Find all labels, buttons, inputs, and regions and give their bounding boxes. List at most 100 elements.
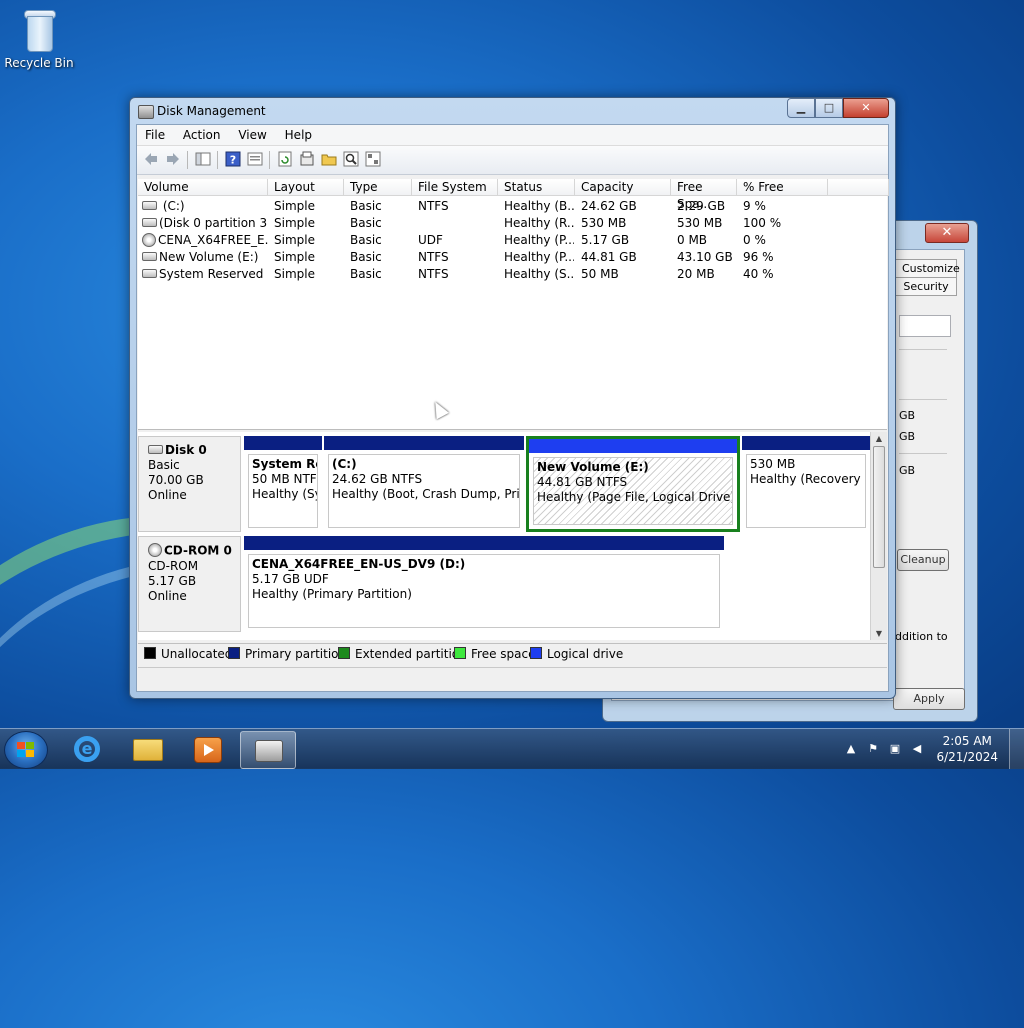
name-field[interactable] bbox=[899, 315, 951, 337]
column-header-percent-free[interactable]: % Free bbox=[737, 179, 828, 196]
legend-label: Logical drive bbox=[547, 647, 624, 661]
column-header-status[interactable]: Status bbox=[498, 179, 575, 196]
type-cell: Basic bbox=[350, 233, 382, 247]
partition-system-reserved[interactable]: System Res 50 MB NTFS Healthy (Sys bbox=[244, 436, 322, 532]
clock-time: 2:05 AM bbox=[942, 734, 992, 748]
disk-management-window: Disk Management ▁ □ ✕ File Action View H… bbox=[129, 97, 896, 699]
table-row[interactable]: CENA_X64FREE_E... Simple Basic UDF Healt… bbox=[138, 232, 887, 249]
cdrom-icon bbox=[148, 543, 162, 557]
table-row[interactable]: System Reserved Simple Basic NTFS Health… bbox=[138, 266, 887, 283]
volume-cell: CENA_X64FREE_E... bbox=[142, 232, 268, 249]
partition-recovery[interactable]: 530 MB Healthy (Recovery Pa bbox=[742, 436, 870, 532]
partition-cdrom-d[interactable]: CENA_X64FREE_EN-US_DV9 (D:) 5.17 GB UDF … bbox=[244, 536, 724, 632]
scroll-up-icon[interactable]: ▲ bbox=[871, 432, 887, 445]
status-cell: Healthy (P... bbox=[504, 250, 574, 264]
partition-new-volume-e[interactable]: New Volume (E:) 44.81 GB NTFS Healthy (P… bbox=[526, 436, 740, 532]
disk-size: 5.17 GB bbox=[148, 574, 197, 588]
media-player-icon bbox=[194, 737, 222, 763]
close-button[interactable]: ✕ bbox=[925, 223, 969, 243]
table-row[interactable]: (Disk 0 partition 3) Simple Basic Health… bbox=[138, 215, 887, 232]
close-button[interactable]: ✕ bbox=[843, 98, 889, 118]
show-hidden-icons-icon[interactable]: ▲ bbox=[844, 742, 858, 756]
column-header-free-space[interactable]: Free Spa... bbox=[671, 179, 737, 211]
capacity-cell: 50 MB bbox=[581, 267, 619, 281]
start-button[interactable] bbox=[4, 731, 48, 769]
media-player-taskbar-button[interactable] bbox=[180, 731, 234, 767]
volume-muted-icon[interactable]: ◀ bbox=[910, 742, 924, 756]
menu-action[interactable]: Action bbox=[177, 125, 227, 145]
clock[interactable]: 2:05 AM 6/21/2024 bbox=[936, 733, 998, 765]
scroll-thumb[interactable] bbox=[873, 446, 885, 568]
show-desktop-button[interactable] bbox=[1009, 729, 1024, 769]
volume-name: (Disk 0 partition 3) bbox=[159, 216, 268, 230]
caption-buttons: ▁ □ ✕ bbox=[787, 98, 889, 118]
back-arrow-icon[interactable] bbox=[143, 151, 159, 167]
tab-security[interactable]: Security bbox=[895, 277, 957, 296]
window-client: File Action View Help ? Volume Layout Ty… bbox=[136, 124, 889, 692]
volume-name: System Reserved bbox=[159, 267, 264, 281]
recycle-bin-icon bbox=[22, 8, 56, 52]
console-settings-icon[interactable] bbox=[365, 151, 381, 167]
table-row[interactable]: New Volume (E:) Simple Basic NTFS Health… bbox=[138, 249, 887, 266]
minimize-button[interactable]: ▁ bbox=[787, 98, 815, 118]
apply-button[interactable]: Apply bbox=[893, 688, 965, 710]
partition-status: Healthy (Primary Partition) bbox=[252, 587, 412, 601]
disk-state: Online bbox=[148, 488, 187, 502]
internet-explorer-taskbar-button[interactable]: e bbox=[60, 731, 114, 767]
search-icon[interactable] bbox=[343, 151, 359, 167]
maximize-button[interactable]: □ bbox=[815, 98, 843, 118]
disk-management-taskbar-button[interactable] bbox=[240, 731, 296, 769]
open-folder-icon[interactable] bbox=[321, 151, 337, 167]
disk-cleanup-button[interactable]: Cleanup bbox=[897, 549, 949, 571]
refresh-icon[interactable] bbox=[277, 151, 293, 167]
windows-explorer-taskbar-button[interactable] bbox=[120, 731, 174, 767]
volume-cell: (C:) bbox=[142, 198, 268, 215]
menu-help[interactable]: Help bbox=[279, 125, 318, 145]
layout-cell: Simple bbox=[274, 233, 315, 247]
scroll-down-icon[interactable]: ▼ bbox=[871, 627, 887, 640]
network-icon[interactable]: ▣ bbox=[888, 742, 902, 756]
free-space-cell: 530 MB bbox=[677, 216, 723, 230]
properties-icon[interactable] bbox=[247, 151, 263, 167]
table-row[interactable]: (C:) Simple Basic NTFS Healthy (B... 24.… bbox=[138, 198, 887, 215]
title-bar[interactable]: Disk Management ▁ □ ✕ bbox=[130, 98, 895, 124]
column-header-volume[interactable]: Volume bbox=[138, 179, 268, 196]
status-cell: Healthy (B... bbox=[504, 199, 574, 213]
layout-cell: Simple bbox=[274, 267, 315, 281]
window-title: Disk Management bbox=[157, 104, 266, 118]
toolbar-separator bbox=[217, 151, 218, 169]
column-header-layout[interactable]: Layout bbox=[268, 179, 344, 196]
percent-free-cell: 9 % bbox=[743, 199, 766, 213]
free-space-cell: 20 MB bbox=[677, 267, 715, 281]
folder-icon bbox=[133, 739, 163, 761]
taskbar: e ▲ ⚑ ▣ ◀ 2:05 AM 6/21/2024 bbox=[0, 728, 1024, 769]
tab-customize[interactable]: Customize bbox=[895, 259, 960, 278]
forward-arrow-icon[interactable] bbox=[165, 151, 181, 167]
percent-free-cell: 40 % bbox=[743, 267, 774, 281]
menu-file[interactable]: File bbox=[139, 125, 171, 145]
vertical-scrollbar[interactable]: ▲ ▼ bbox=[870, 432, 887, 640]
cdrom-0-label[interactable]: CD-ROM 0 CD-ROM 5.17 GB Online bbox=[138, 536, 241, 632]
partition-body: CENA_X64FREE_EN-US_DV9 (D:) 5.17 GB UDF … bbox=[248, 554, 720, 628]
rescan-disks-icon[interactable] bbox=[299, 151, 315, 167]
divider bbox=[899, 453, 947, 454]
disk-kind: Basic bbox=[148, 458, 180, 472]
disk-0-label[interactable]: Disk 0 Basic 70.00 GB Online bbox=[138, 436, 241, 532]
partition-title: New Volume (E:) bbox=[537, 460, 649, 474]
capacity-unit: GB bbox=[899, 464, 916, 477]
recycle-bin-shortcut[interactable]: Recycle Bin bbox=[4, 6, 74, 70]
partition-c[interactable]: (C:) 24.62 GB NTFS Healthy (Boot, Crash … bbox=[324, 436, 524, 532]
legend-label: Free space bbox=[471, 647, 536, 661]
action-center-flag-icon[interactable]: ⚑ bbox=[866, 742, 880, 756]
svg-text:?: ? bbox=[230, 154, 236, 167]
partition-title: CENA_X64FREE_EN-US_DV9 (D:) bbox=[252, 557, 466, 571]
column-header-file-system[interactable]: File System bbox=[412, 179, 498, 196]
column-header-capacity[interactable]: Capacity bbox=[575, 179, 671, 196]
column-header-type[interactable]: Type bbox=[344, 179, 412, 196]
swatch bbox=[454, 647, 466, 659]
show-hide-tree-icon[interactable] bbox=[195, 151, 211, 167]
menu-view[interactable]: View bbox=[232, 125, 272, 145]
partition-body: (C:) 24.62 GB NTFS Healthy (Boot, Crash … bbox=[328, 454, 520, 528]
help-icon[interactable]: ? bbox=[225, 151, 241, 167]
volume-cell: (Disk 0 partition 3) bbox=[142, 215, 268, 232]
